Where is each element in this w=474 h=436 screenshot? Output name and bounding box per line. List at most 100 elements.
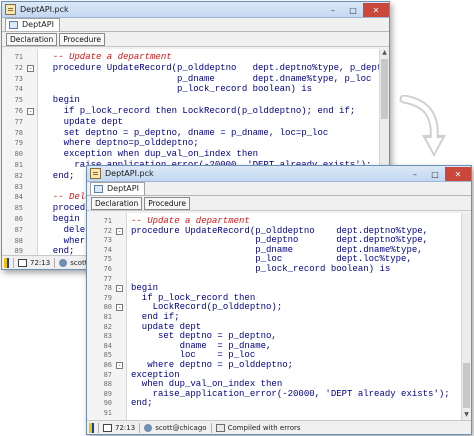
line-number: 83 <box>14 182 23 191</box>
tab-deptapi[interactable]: DeptAPI <box>90 182 145 195</box>
line-number: 74 <box>103 245 112 254</box>
code-line[interactable]: p_lock_record boolean) is <box>131 264 390 274</box>
code-line[interactable]: update dept <box>131 322 201 332</box>
front-subtabs: Declaration Procedure <box>87 196 471 211</box>
connection-info: scott <box>59 258 88 267</box>
code-line[interactable]: if p_lock_record then LockRecord(p_oldde… <box>42 106 356 116</box>
code-line[interactable]: dele <box>42 225 86 235</box>
code-line[interactable]: -- Update a department <box>42 52 172 62</box>
code-line[interactable]: exception when dup_val_on_index then <box>42 149 258 159</box>
code-line[interactable]: exception <box>131 370 180 380</box>
declaration-subtab[interactable]: Declaration <box>6 32 58 46</box>
line-number: 80 <box>103 303 112 312</box>
line-number: 76 <box>103 265 112 273</box>
back-title-bar[interactable]: DeptAPI.pck – □ ✕ <box>2 2 389 18</box>
code-line[interactable]: begin <box>42 214 80 224</box>
code-line[interactable]: when dup_val_on_index then <box>131 379 282 389</box>
front-title-bar[interactable]: DeptAPI.pck – □ ✕ <box>87 166 471 182</box>
line-number: 75 <box>103 255 112 264</box>
line-number: 85 <box>14 204 23 213</box>
scroll-up-icon[interactable]: ▲ <box>380 49 389 58</box>
user-text: scott <box>70 258 88 267</box>
line-number: 82 <box>14 171 23 180</box>
fold-toggle-icon[interactable]: - <box>27 64 34 72</box>
minimize-button[interactable]: – <box>405 167 425 181</box>
code-line[interactable]: p_dname dept.dname%type, <box>131 245 422 255</box>
scroll-down-icon[interactable]: ▼ <box>462 411 471 420</box>
maximize-button[interactable]: □ <box>343 3 363 17</box>
procedure-subtab[interactable]: Procedure <box>59 32 105 46</box>
line-number: 74 <box>14 85 23 94</box>
code-line[interactable]: end; <box>42 171 75 181</box>
minimize-button[interactable]: – <box>323 3 343 17</box>
line-number: 84 <box>14 193 23 202</box>
back-subtabs: Declaration Procedure <box>2 32 389 47</box>
code-line[interactable]: p_dname dept.dname%type, p_loc <box>42 74 371 84</box>
procedure-subtab[interactable]: Procedure <box>144 196 190 210</box>
cursor-icon <box>18 258 27 267</box>
line-number: 88 <box>103 380 112 389</box>
front-code-area[interactable]: -- Update a department procedure UpdateRe… <box>131 213 461 420</box>
code-line[interactable]: where deptno=p_olddeptno; <box>42 138 199 148</box>
line-number: 86 <box>14 215 23 223</box>
front-gutter: 71 72-73 74 75 76 77 78-79 80-81 82 83 84 85 86-87 88… <box>87 213 127 434</box>
code-line[interactable]: end; <box>131 398 153 408</box>
code-line[interactable]: end; <box>42 246 75 255</box>
code-line[interactable]: loc = p_loc <box>131 350 256 360</box>
close-button[interactable]: ✕ <box>363 3 389 17</box>
scroll-thumb[interactable] <box>381 59 388 119</box>
fold-toggle-icon[interactable]: - <box>116 362 123 369</box>
fold-toggle-icon[interactable]: - <box>116 304 123 312</box>
code-line[interactable]: dname = p_dname, <box>131 341 272 351</box>
code-line[interactable]: begin <box>42 95 80 105</box>
front-code-editor[interactable]: 71 72-73 74 75 76 77 78-79 80-81 82 83 84 85 86-87 88… <box>87 213 471 434</box>
line-number: 73 <box>14 74 23 83</box>
code-line[interactable]: -- Dele <box>42 192 91 202</box>
fold-toggle-icon[interactable]: - <box>116 285 123 293</box>
line-number: 72 <box>103 226 112 235</box>
code-line[interactable]: wher <box>42 236 86 246</box>
front-vertical-scrollbar[interactable]: ▼ <box>461 213 471 420</box>
code-line[interactable]: set deptno = p_deptno, <box>131 331 277 341</box>
modified-marker <box>89 422 94 433</box>
code-line[interactable]: where deptno = p_olddeptno; <box>131 360 293 370</box>
code-line[interactable]: begin <box>131 283 158 293</box>
line-number: 81 <box>14 161 23 169</box>
line-number: 90 <box>103 399 112 408</box>
line-number: 87 <box>14 225 23 234</box>
code-line[interactable]: end if; <box>131 312 180 322</box>
line-number: 78 <box>103 284 112 293</box>
fold-toggle-icon[interactable]: - <box>27 108 34 115</box>
line-number: 80 <box>14 150 23 159</box>
code-line[interactable]: raise_application_error(-20000, 'DEPT al… <box>131 389 450 399</box>
fold-toggle-icon[interactable]: - <box>116 227 123 235</box>
code-line[interactable]: procedure UpdateRecord(p_olddeptno dept.… <box>131 226 428 236</box>
line-number: 77 <box>14 117 23 126</box>
close-button[interactable]: ✕ <box>445 167 471 181</box>
code-line[interactable]: p_lock_record boolean) is <box>42 84 312 94</box>
tab-deptapi[interactable]: DeptAPI <box>5 18 60 31</box>
cursor-position: 72:13 <box>103 423 135 432</box>
code-line[interactable]: if p_lock_record then <box>131 293 255 303</box>
code-line[interactable]: p_loc dept.loc%type, <box>131 254 412 264</box>
line-number: 84 <box>103 341 112 350</box>
code-line[interactable]: LockRecord(p_olddeptno); <box>131 302 283 312</box>
modified-marker <box>4 257 9 268</box>
declaration-subtab[interactable]: Declaration <box>91 196 143 210</box>
line-number: 71 <box>14 53 23 61</box>
back-window-title: DeptAPI.pck <box>20 5 69 14</box>
cursor-icon <box>103 423 112 432</box>
scroll-thumb[interactable] <box>463 363 470 408</box>
line-number: 85 <box>103 351 112 360</box>
line-number: 79 <box>103 293 112 302</box>
compile-status-text: Compiled with errors <box>227 423 301 432</box>
code-line[interactable]: p_deptno dept.deptno%type, <box>131 235 428 245</box>
code-line[interactable]: set deptno = p_deptno, dname = p_dname, … <box>42 128 329 138</box>
code-line[interactable]: procedure UpdateRecord(p_olddeptno dept.… <box>42 63 379 73</box>
compile-error-icon <box>215 423 225 432</box>
user-icon <box>59 258 68 267</box>
line-number: 76 <box>14 107 23 115</box>
code-line[interactable]: update dept <box>42 117 123 127</box>
maximize-button[interactable]: □ <box>425 167 445 181</box>
code-line[interactable]: -- Update a department <box>131 216 250 226</box>
